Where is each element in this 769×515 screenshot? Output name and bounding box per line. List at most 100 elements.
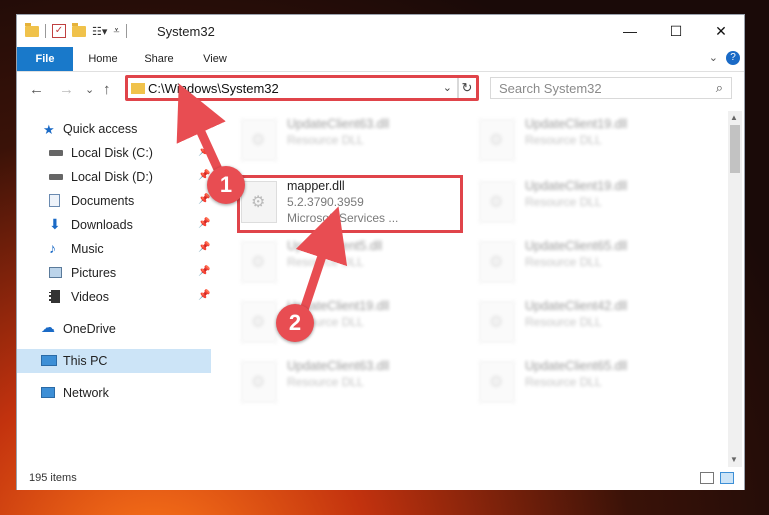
sidebar-item-onedrive[interactable]: ☁ OneDrive	[17, 317, 211, 341]
computer-icon	[41, 355, 57, 366]
sidebar-item-label: Documents	[71, 194, 135, 208]
sidebar-item-this-pc[interactable]: This PC	[17, 349, 211, 373]
item-count: 195 items	[29, 472, 77, 484]
pin-icon: 📌	[198, 266, 211, 277]
list-item[interactable]: UpdateClient65.dll Resource DLL	[479, 357, 709, 409]
search-icon[interactable]: ⌕	[716, 80, 723, 96]
file-list: UpdateClient63.dll Resource DLL mapper.d…	[217, 115, 727, 460]
dll-file-icon	[479, 181, 515, 223]
file-type: Resource DLL	[287, 375, 364, 389]
sidebar-item-label: OneDrive	[63, 322, 116, 336]
toolbar-dropdown-icon[interactable]: ⩡	[113, 25, 119, 38]
recent-locations-button[interactable]: ⌄	[85, 83, 94, 96]
close-button[interactable]: ✕	[698, 15, 744, 47]
tiles-view-icon[interactable]	[720, 472, 734, 484]
sidebar-item-music[interactable]: ♪ Music 📌	[17, 237, 211, 261]
download-icon: ⬇	[49, 216, 61, 232]
file-name: UpdateClient19.dll	[525, 179, 628, 193]
pin-icon: 📌	[198, 242, 211, 253]
tab-home[interactable]: Home	[81, 47, 125, 71]
quick-access-toolbar: ✓ ☷▾ ⩡	[25, 22, 127, 38]
forward-button[interactable]: →	[59, 81, 74, 98]
list-item[interactable]: UpdateClient5.dll Resource DLL	[241, 237, 471, 289]
pictures-icon	[49, 267, 62, 278]
documents-icon	[49, 194, 60, 207]
tab-file[interactable]: File	[17, 47, 73, 71]
toolbar-divider	[125, 24, 127, 38]
tab-view[interactable]: View	[193, 47, 237, 71]
scroll-down-icon[interactable]: ▼	[730, 455, 738, 464]
customize-toolbar-icon[interactable]: ☷▾	[92, 25, 107, 38]
file-name: UpdateClient63.dll	[287, 359, 390, 373]
ribbon-expand-icon[interactable]: ⌄	[709, 51, 718, 64]
folder-icon	[131, 83, 145, 94]
sidebar-item-local-disk-d[interactable]: Local Disk (D:) 📌	[17, 165, 211, 189]
list-item[interactable]: UpdateClient19.dll Resource DLL	[479, 115, 709, 167]
folder-icon[interactable]	[25, 22, 39, 37]
tab-share[interactable]: Share	[137, 47, 181, 71]
file-name: UpdateClient63.dll	[287, 117, 390, 131]
back-button[interactable]: ←	[29, 81, 44, 98]
details-view-icon[interactable]	[700, 472, 714, 484]
sidebar-item-videos[interactable]: Videos 📌	[17, 285, 211, 309]
file-type: Resource DLL	[287, 255, 364, 269]
sidebar-item-documents[interactable]: Documents 📌	[17, 189, 211, 213]
step-two-badge: 2	[276, 304, 314, 342]
help-icon[interactable]: ?	[726, 51, 740, 65]
sidebar-item-label: Network	[63, 386, 109, 400]
dll-file-icon	[479, 119, 515, 161]
list-item[interactable]: UpdateClient63.dll Resource DLL	[241, 115, 471, 167]
sidebar-item-label: Quick access	[63, 122, 138, 136]
list-item[interactable]: UpdateClient19.dll Resource DLL	[479, 177, 709, 229]
step-one-badge: 1	[207, 166, 245, 204]
drive-icon	[49, 174, 63, 180]
maximize-button[interactable]: ☐	[653, 15, 699, 47]
pin-icon: 📌	[198, 218, 211, 229]
file-type: Resource DLL	[287, 133, 364, 147]
navigation-bar: ← → ⌄ ↑ C:\Windows\System32 ⌄ ↻ Search S…	[17, 72, 744, 108]
file-name: UpdateClient5.dll	[287, 239, 383, 253]
address-path[interactable]: C:\Windows\System32	[148, 81, 279, 96]
navigation-pane: ★ Quick access Local Disk (C:) 📌 Local D…	[17, 115, 213, 470]
file-type: Resource DLL	[525, 255, 602, 269]
cloud-icon: ☁	[41, 319, 55, 335]
sidebar-item-pictures[interactable]: Pictures 📌	[17, 261, 211, 285]
explorer-window: ✓ ☷▾ ⩡ System32 — ☐ ✕ File Home Share Vi…	[16, 14, 745, 490]
sidebar-item-label: This PC	[63, 354, 108, 368]
pin-icon: 📌	[198, 194, 211, 205]
file-type: Resource DLL	[525, 195, 602, 209]
address-dropdown-icon[interactable]: ⌄	[443, 81, 452, 94]
refresh-button[interactable]: ↻	[457, 77, 477, 99]
videos-icon	[49, 290, 60, 303]
sidebar-item-label: Downloads	[71, 218, 133, 232]
music-icon: ♪	[49, 240, 56, 256]
scroll-up-icon[interactable]: ▲	[730, 113, 738, 122]
list-item[interactable]: UpdateClient42.dll Resource DLL	[479, 297, 709, 349]
properties-check-icon[interactable]: ✓	[52, 24, 66, 38]
sidebar-item-quick-access[interactable]: ★ Quick access	[17, 117, 211, 141]
pin-icon: 📌	[198, 146, 211, 157]
dll-file-icon	[241, 301, 277, 343]
minimize-button[interactable]: —	[607, 15, 653, 47]
up-button[interactable]: ↑	[103, 81, 111, 98]
network-icon	[41, 387, 55, 398]
list-item[interactable]: UpdateClient65.dll Resource DLL	[479, 237, 709, 289]
file-highlight-annotation	[237, 175, 463, 233]
scrollbar-thumb[interactable]	[730, 125, 740, 173]
new-folder-icon[interactable]	[72, 22, 86, 37]
sidebar-item-label: Local Disk (D:)	[71, 170, 153, 184]
pin-icon: 📌	[198, 290, 211, 301]
sidebar-item-local-disk-c[interactable]: Local Disk (C:) 📌	[17, 141, 211, 165]
search-input[interactable]: Search System32 ⌕	[490, 77, 732, 99]
drive-icon	[49, 150, 63, 156]
title-bar: ✓ ☷▾ ⩡ System32 — ☐ ✕	[17, 15, 744, 47]
dll-file-icon	[241, 119, 277, 161]
sidebar-item-downloads[interactable]: ⬇ Downloads 📌	[17, 213, 211, 237]
dll-file-icon	[241, 241, 277, 283]
sidebar-item-network[interactable]: Network	[17, 381, 211, 405]
vertical-scrollbar[interactable]: ▲ ▼	[728, 111, 742, 467]
file-type: Resource DLL	[525, 375, 602, 389]
list-item[interactable]: UpdateClient63.dll Resource DLL	[241, 357, 471, 409]
file-type: Resource DLL	[525, 315, 602, 329]
address-bar[interactable]: C:\Windows\System32 ⌄	[125, 77, 459, 99]
